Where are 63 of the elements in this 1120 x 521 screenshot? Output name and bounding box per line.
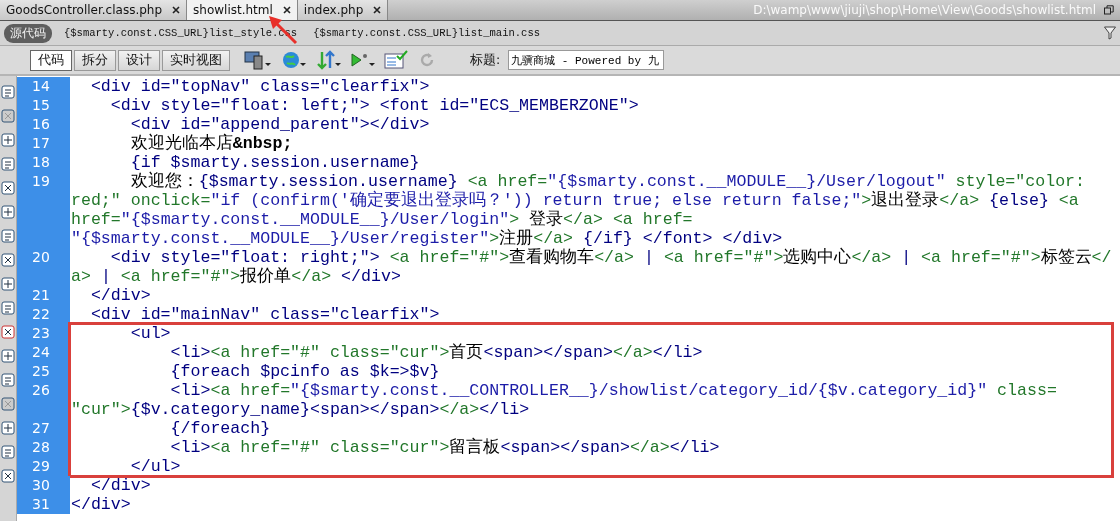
filter-icon[interactable] — [1104, 26, 1116, 40]
line-number: 16 — [32, 115, 50, 134]
globe-icon[interactable] — [282, 50, 308, 70]
line-number: 29 — [32, 457, 50, 476]
line-number: 25 — [32, 362, 50, 381]
checklist-icon[interactable] — [384, 50, 410, 70]
line-number: 26 — [32, 381, 50, 400]
document-tab[interactable]: GoodsController.class.php — [0, 0, 188, 20]
line-number: 18 — [32, 153, 50, 172]
line-number: 22 — [32, 305, 50, 324]
line-number: 30 — [32, 476, 50, 495]
code-line: <li><a href="#" class="cur">留言板<span></span></a></li> — [169, 438, 721, 457]
code-line: <div style="float: left;"> <font id="ECS_MEMBERZONE"> — [109, 96, 640, 115]
code-line: </div> — [71, 495, 132, 514]
code-line: {if $smarty.session.username} — [129, 153, 421, 172]
up-down-arrows-icon[interactable] — [316, 50, 342, 70]
code-line: </div> — [89, 476, 152, 495]
view-button[interactable]: 拆分 — [74, 49, 116, 71]
line-number: 27 — [32, 419, 50, 438]
line-number: 17 — [32, 134, 50, 153]
code-line: red;" onclick="if (confirm('确定要退出登录吗？')) return true; else return false;">退出登录</a> {else} <a — [71, 191, 1080, 210]
code-line: {/foreach} — [169, 419, 272, 438]
code-line: "{$smarty.const.__MODULE__}/User/register">注册</a> {/if} </font> </div> — [71, 229, 784, 248]
view-button[interactable]: 设计 — [118, 49, 160, 71]
code-line: href="{$smarty.const.__MODULE__}/User/login"> 登录</a> <a href= — [71, 210, 694, 229]
code-line: 欢迎光临本店&nbsp; — [129, 134, 293, 153]
code-line: <div style="float: right;"> <a href="#">查看购物车</a> | <a href="#">选购中心</a> | <a href="#">标签云</ — [109, 248, 1112, 267]
code-line: </ul> — [129, 457, 182, 476]
title-input[interactable]: 九骥商城 - Powered by 九 — [508, 50, 665, 70]
code-line: a> | <a href="#">报价单</a> </div> — [71, 267, 402, 286]
document-tab[interactable]: showlist.html — [187, 0, 298, 20]
related-file-link[interactable]: {$smarty.const.CSS_URL}list_main.css — [313, 27, 540, 39]
code-line: <div id="mainNav" class="clearfix"> — [89, 305, 441, 324]
view-button[interactable]: 代码 — [30, 49, 72, 71]
line-number: 28 — [32, 438, 50, 457]
devices-icon[interactable] — [244, 50, 274, 70]
close-icon[interactable] — [172, 6, 181, 14]
close-icon[interactable] — [282, 6, 291, 14]
line-number: 14 — [32, 77, 50, 96]
restore-window-icon[interactable] — [1104, 5, 1114, 15]
view-button[interactable]: 实时视图 — [162, 49, 230, 71]
source-code-button[interactable]: 源代码 — [4, 23, 52, 43]
code-line: {foreach $pcinfo as $k=>$v} — [169, 362, 441, 381]
code-line: 欢迎您：{$smarty.session.username} <a href="{$smarty.const.__MODULE__}/User/logout" style="color: — [129, 172, 1087, 191]
line-number: 21 — [32, 286, 50, 305]
line-number: 31 — [32, 495, 50, 514]
title-label: 标题: — [470, 51, 501, 69]
line-number: 15 — [32, 96, 50, 115]
code-line: <li><a href="#" class="cur">首页<span></span></a></li> — [169, 343, 704, 362]
play-icon[interactable] — [350, 50, 376, 70]
document-tab[interactable]: index.php — [297, 0, 389, 20]
code-line: <div id="append_parent"></div> — [129, 115, 431, 134]
line-number: 20 — [32, 248, 50, 267]
code-line: </div> — [89, 286, 152, 305]
line-number: 24 — [32, 343, 50, 362]
code-line: <div id="topNav" class="clearfix"> — [89, 77, 431, 96]
close-icon[interactable] — [373, 6, 382, 14]
code-line: <li><a href="{$smarty.const.__CONTROLLER__}/showlist/category_id/{$v.category_id}" class= — [169, 381, 1058, 400]
code-line: "cur">{$v.category_name}<span></span></a></li> — [71, 400, 531, 419]
file-path: D:\wamp\www\jiuji\shop\Home\View\Goods\showlist.html — [753, 3, 1096, 17]
code-line: <ul> — [129, 324, 172, 343]
line-number: 19 — [32, 172, 50, 191]
line-number: 23 — [32, 324, 50, 343]
